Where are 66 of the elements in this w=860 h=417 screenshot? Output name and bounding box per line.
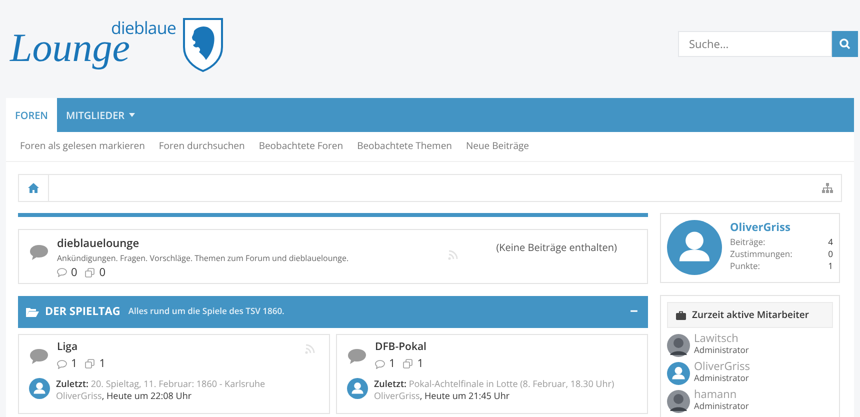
avatar-icon <box>667 362 690 384</box>
user-link[interactable]: OliverGriss <box>374 389 420 402</box>
thread-count: 1 <box>71 356 78 372</box>
category-description: Alles rund um die Spiele des TSV 1860. <box>128 306 284 318</box>
comment-icon <box>57 268 67 278</box>
profile-name[interactable]: OliverGriss <box>730 220 833 236</box>
member-role: Administrator <box>694 345 749 357</box>
member-role: Administrator <box>694 401 749 413</box>
collapse-button[interactable]: − <box>630 305 638 319</box>
nav-tab[interactable]: FOREN <box>6 98 57 132</box>
avatar-icon <box>667 220 722 275</box>
stat-label: Punkte: <box>730 260 760 272</box>
search-button[interactable] <box>832 31 858 57</box>
speech-bubble-icon <box>29 348 49 365</box>
avatar-icon <box>29 378 50 400</box>
forum-title[interactable]: DFB-Pokal <box>375 340 637 356</box>
post-count: 1 <box>417 356 424 372</box>
post-count: 1 <box>99 356 106 372</box>
copy-icon <box>85 359 96 369</box>
thread-count: 1 <box>389 356 396 372</box>
member-name[interactable]: OliverGriss <box>694 361 750 373</box>
subnav-link[interactable]: Foren als gelesen markieren <box>20 139 145 154</box>
comment-icon <box>57 360 67 368</box>
member-name[interactable]: hamann <box>694 389 749 401</box>
member-name[interactable]: Lawitsch <box>694 333 749 345</box>
home-icon <box>28 183 39 193</box>
search-icon <box>839 38 851 50</box>
stat-value: 0 <box>828 248 833 260</box>
category-title: DER SPIELTAG <box>45 304 120 320</box>
rss-icon <box>448 250 458 260</box>
last-post-text: (Keine Beiträge enthalten) <box>496 240 617 256</box>
post-count: 0 <box>99 264 106 281</box>
avatar-icon <box>347 378 368 400</box>
last-post-time: , Heute um 22:08 Uhr <box>102 389 192 402</box>
last-post-label: Zuletzt: <box>374 377 406 390</box>
comment-icon <box>375 360 385 368</box>
folder-icon <box>26 307 39 317</box>
stat-label: Zustimmungen: <box>730 248 792 260</box>
last-post-time: , Heute um 21:45 Uhr <box>420 389 510 402</box>
subnav-link[interactable]: Beobachtete Foren <box>258 139 344 154</box>
last-post-label: Zuletzt: <box>56 377 88 390</box>
stat-value: 4 <box>828 236 833 248</box>
nav-tab[interactable]: MITGLIEDER <box>57 98 144 132</box>
lion-shield-icon <box>182 17 224 73</box>
speech-bubble-icon <box>29 244 49 261</box>
forum-description: Ankündigungen. Fragen. Vorschläge. Themen zum Forum und dieblauelounge. <box>57 252 347 264</box>
search-field[interactable]: Suche... <box>678 31 832 57</box>
copy-icon <box>403 359 414 369</box>
subnav-link[interactable]: Foren durchsuchen <box>158 139 245 154</box>
speech-bubble-icon <box>347 348 367 365</box>
forum-title[interactable]: dieblauelounge <box>57 236 347 252</box>
copy-icon <box>85 268 96 278</box>
forum-title[interactable]: Liga <box>57 340 297 356</box>
staff-title: Zurzeit aktive Mitarbeiter <box>692 308 810 322</box>
last-post-link[interactable]: 20. Spieltag, 11. Februar: 1860 - Karlsruhe <box>90 377 266 390</box>
briefcase-icon <box>676 310 686 320</box>
subnav-link[interactable]: Beobachtete Themen <box>357 139 452 154</box>
member-role: Administrator <box>694 373 750 385</box>
stat-label: Beiträge: <box>730 236 766 248</box>
sitemap-icon[interactable] <box>822 183 833 193</box>
stat-value: 1 <box>828 260 833 272</box>
subnav-link[interactable]: Neue Beiträge <box>466 139 530 154</box>
rss-icon <box>305 344 315 354</box>
user-link[interactable]: OliverGriss <box>56 389 102 402</box>
thread-count: 0 <box>71 264 78 281</box>
last-post-link[interactable]: Pokal-Achtelfinale in Lotte (8. Februar, 18.30 Uhr) <box>408 377 614 390</box>
